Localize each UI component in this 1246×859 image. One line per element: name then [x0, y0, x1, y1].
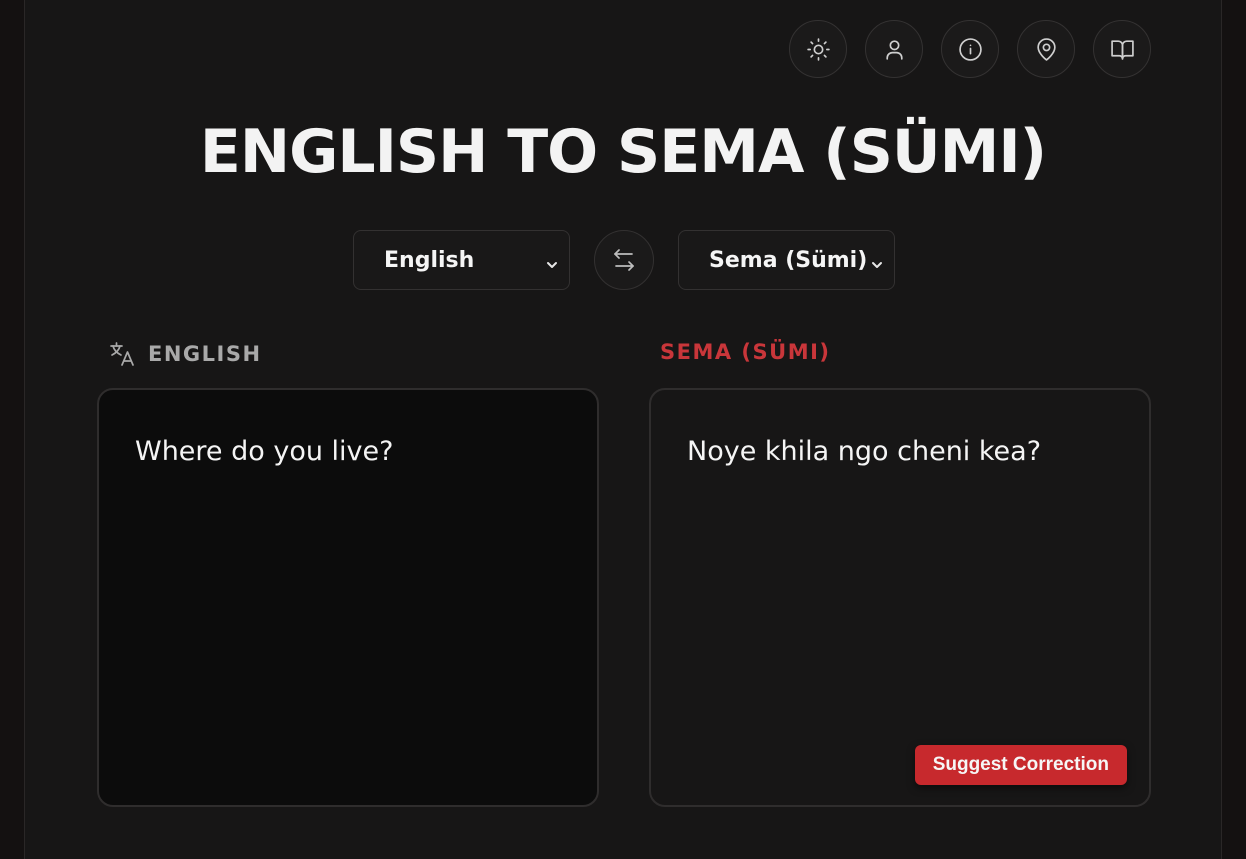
source-text: Where do you live?	[135, 436, 394, 467]
swap-arrows-icon	[614, 249, 634, 271]
location-button[interactable]	[1017, 20, 1075, 78]
info-icon	[958, 37, 982, 61]
source-text-input[interactable]: Where do you live?	[97, 388, 599, 807]
book-open-icon	[1110, 39, 1134, 60]
target-language-select[interactable]: Sema (Sümi)	[678, 230, 895, 290]
user-icon	[885, 39, 903, 60]
sun-icon	[806, 37, 830, 61]
target-panel-label: SEMA (SÜMI)	[660, 340, 831, 364]
theme-toggle-button[interactable]	[789, 20, 847, 78]
translator-page: ENGLISH TO SEMA (SÜMI) English Sema (Süm…	[0, 0, 1246, 859]
language-selector-row: English Sema (Sümi)	[353, 230, 895, 290]
map-pin-icon	[1036, 37, 1056, 61]
info-button[interactable]	[941, 20, 999, 78]
swap-languages-button[interactable]	[594, 230, 654, 290]
source-language-select[interactable]: English	[353, 230, 570, 290]
source-language-value: English	[384, 247, 475, 273]
chevron-down-icon	[870, 253, 884, 268]
source-panel-label: ENGLISH	[108, 340, 262, 368]
target-panel-label-text: SEMA (SÜMI)	[660, 340, 831, 364]
translate-icon	[108, 340, 136, 368]
source-panel-label-text: ENGLISH	[148, 342, 262, 366]
dictionary-button[interactable]	[1093, 20, 1151, 78]
top-toolbar	[789, 20, 1151, 78]
translation-output: Noye khila ngo cheni kea? Suggest Correc…	[649, 388, 1151, 807]
page-title: ENGLISH TO SEMA (SÜMI)	[199, 117, 1047, 187]
target-language-value: Sema (Sümi)	[709, 247, 868, 273]
profile-button[interactable]	[865, 20, 923, 78]
translated-text: Noye khila ngo cheni kea?	[687, 436, 1042, 467]
chevron-down-icon	[545, 253, 559, 268]
suggest-correction-button[interactable]: Suggest Correction	[914, 745, 1127, 785]
